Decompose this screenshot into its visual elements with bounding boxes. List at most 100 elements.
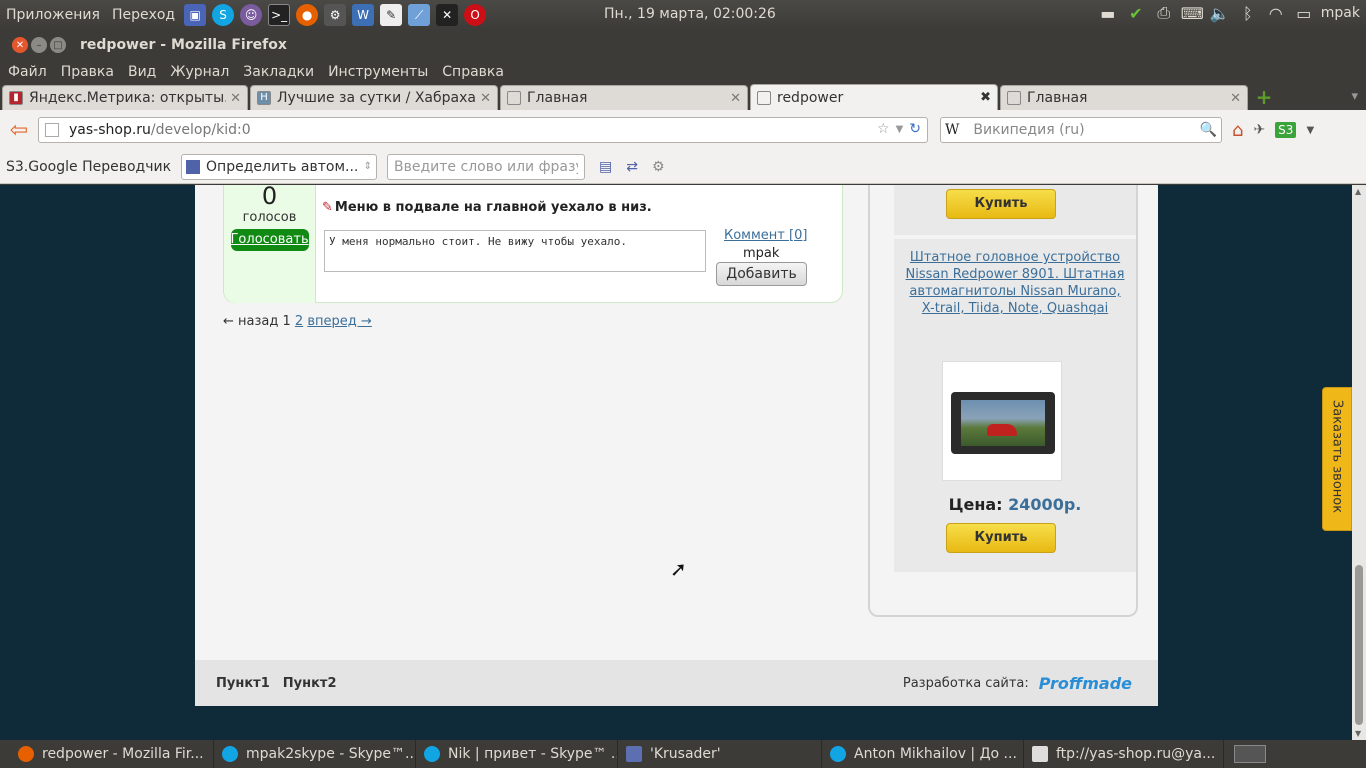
s3-icon[interactable]: S3 <box>1275 122 1297 138</box>
user-menu[interactable]: mpak <box>1321 5 1360 21</box>
close-tab-icon[interactable]: ✕ <box>1230 91 1241 106</box>
menu-file[interactable]: Файл <box>0 64 54 80</box>
url-bar[interactable]: yas-shop.ru/develop/kid:0 ☆ ▼ ↻ <box>38 117 928 143</box>
pager-next[interactable]: вперед → <box>307 314 371 329</box>
metrika-icon: ▮ <box>9 91 23 105</box>
minimize-window-icon[interactable]: – <box>31 37 47 53</box>
menu-edit[interactable]: Правка <box>54 64 121 80</box>
add-comment-button[interactable]: Добавить <box>716 262 807 286</box>
comment-link[interactable]: Коммент [0] <box>724 228 807 243</box>
scroll-thumb[interactable] <box>1355 565 1363 725</box>
dictionary-icon[interactable]: ▤ <box>599 159 612 175</box>
close-tab-icon[interactable]: ✕ <box>730 91 741 106</box>
menu-bookmarks[interactable]: Закладки <box>236 64 321 80</box>
task-skype-2[interactable]: Nik | привет - Skype™ ... <box>416 740 618 768</box>
product-image[interactable] <box>942 361 1062 481</box>
close-tab-icon[interactable]: ✕ <box>230 91 241 106</box>
task-krusader[interactable]: 'Krusader' <box>618 740 822 768</box>
printer-icon[interactable]: ⎙ <box>1153 3 1175 23</box>
scroll-up-icon[interactable]: ▲ <box>1355 187 1361 196</box>
wifi-icon[interactable]: ◠ <box>1265 4 1287 23</box>
home-icon[interactable]: ⌂ <box>1232 120 1243 141</box>
vote-button[interactable]: Голосовать <box>230 229 309 251</box>
task-skype-1[interactable]: mpak2skype - Skype™... <box>214 740 416 768</box>
back-arrow-icon[interactable]: ⇦ <box>0 118 38 143</box>
chat-icon[interactable]: ▭ <box>1293 4 1315 23</box>
update-icon[interactable]: ✔ <box>1125 4 1147 23</box>
volume-icon[interactable]: 🔈 <box>1209 4 1231 23</box>
bluetooth-icon[interactable]: ᛒ <box>1237 4 1259 23</box>
task-editor[interactable]: ftp://yas-shop.ru@ya... <box>1024 740 1224 768</box>
applications-menu[interactable]: Приложения <box>0 7 106 23</box>
editor-icon[interactable]: ✎ <box>380 4 403 26</box>
skype-icon <box>222 746 238 762</box>
task-skype-3[interactable]: Anton Mikhailov | До ... <box>822 740 1024 768</box>
footer-link-2[interactable]: Пункт2 <box>283 676 337 691</box>
maximize-window-icon[interactable]: □ <box>50 37 66 53</box>
dropdown-icon[interactable]: ▼ <box>896 121 904 139</box>
page-scrollbar[interactable]: ▲ ▼ <box>1352 185 1366 740</box>
gear-icon[interactable]: ⚙ <box>652 159 665 175</box>
draw-icon[interactable]: ⟋ <box>408 4 431 26</box>
task-label: redpower - Mozilla Fir... <box>42 746 204 762</box>
comment-textarea[interactable]: У меня нормально стоит. Не вижу чтобы уе… <box>324 230 706 272</box>
tab-main-2[interactable]: Главная ✕ <box>1000 85 1248 110</box>
url-path: /develop/kid:0 <box>150 122 251 138</box>
buy-button[interactable]: Купить <box>946 189 1056 219</box>
writer-icon[interactable]: W <box>352 4 375 26</box>
votes-label: голосов <box>242 210 297 225</box>
tab-label: Лучшие за сутки / Хабраха... <box>277 90 477 106</box>
dropdown-icon[interactable]: ▼ <box>1306 125 1314 136</box>
clock[interactable]: Пн., 19 марта, 02:00:26 <box>604 6 776 22</box>
close-window-icon[interactable]: ✕ <box>12 37 28 53</box>
vote-column: 0 голосов Голосовать <box>224 185 316 303</box>
tab-list-icon[interactable]: ▾ <box>1351 89 1358 104</box>
tab-redpower[interactable]: redpower ✖ <box>750 84 998 110</box>
pager-page-2[interactable]: 2 <box>295 314 303 329</box>
menu-history[interactable]: Журнал <box>163 64 236 80</box>
tab-metrika[interactable]: ▮ Яндекс.Метрика: открыты... ✕ <box>2 85 248 110</box>
bookmark-star-icon[interactable]: ☆ <box>877 121 890 139</box>
language-value: Определить автом... <box>206 158 359 175</box>
tab-habr[interactable]: H Лучшие за сутки / Хабраха... ✕ <box>250 85 498 110</box>
pencil-icon[interactable]: ✎ <box>322 200 333 215</box>
x-icon[interactable]: ✕ <box>436 4 459 26</box>
scroll-down-icon[interactable]: ▼ <box>1355 729 1361 738</box>
firefox-icon[interactable]: ● <box>296 4 319 26</box>
footer-link-1[interactable]: Пункт1 <box>216 676 270 691</box>
task-firefox[interactable]: redpower - Mozilla Fir... <box>0 740 214 768</box>
terminal-icon[interactable]: >_ <box>268 4 291 26</box>
menu-tools[interactable]: Инструменты <box>321 64 435 80</box>
keyboard-layout-icon[interactable]: ▬ <box>1097 4 1119 23</box>
task-label: 'Krusader' <box>650 746 721 762</box>
product-name-link[interactable]: Штатное головное устройство Nissan Redpo… <box>902 249 1128 317</box>
page-icon <box>45 123 59 137</box>
places-menu[interactable]: Переход <box>106 7 181 23</box>
workspace-switcher[interactable] <box>1234 745 1266 763</box>
tab-main-1[interactable]: Главная ✕ <box>500 85 748 110</box>
search-input[interactable]: Википедия (ru) <box>973 122 1084 138</box>
phrase-input[interactable] <box>387 153 586 180</box>
reload-icon[interactable]: ↻ <box>909 121 921 139</box>
close-tab-icon[interactable]: ✕ <box>480 91 491 106</box>
addon-icon[interactable]: ✈ <box>1253 122 1265 138</box>
search-bar[interactable]: W Википедия (ru) 🔍 <box>940 117 1222 143</box>
search-icon[interactable]: 🔍 <box>1200 122 1217 138</box>
developer-logo[interactable]: Proffmade <box>1039 674 1132 693</box>
new-tab-icon[interactable]: + <box>1252 86 1276 108</box>
menu-help[interactable]: Справка <box>435 64 511 80</box>
buy-button[interactable]: Купить <box>946 523 1056 553</box>
menu-view[interactable]: Вид <box>121 64 163 80</box>
callback-tab[interactable]: Заказать звонок <box>1322 387 1352 531</box>
wikipedia-icon[interactable]: W <box>945 122 959 138</box>
translate-page-icon[interactable]: ⇄ <box>626 159 638 175</box>
keyboard-icon[interactable]: ⌨ <box>1181 4 1204 23</box>
close-tab-icon[interactable]: ✖ <box>980 90 991 105</box>
rdesktop-icon[interactable]: ▣ <box>184 4 207 26</box>
skype-icon[interactable]: S <box>212 4 235 26</box>
opera-icon[interactable]: O <box>464 4 487 26</box>
language-select[interactable]: Определить автом... ⇕ <box>181 153 378 180</box>
settings-icon[interactable]: ⚙ <box>324 4 347 26</box>
chevron-updown-icon: ⇕ <box>363 161 373 172</box>
pidgin-icon[interactable]: ☺ <box>240 4 263 26</box>
